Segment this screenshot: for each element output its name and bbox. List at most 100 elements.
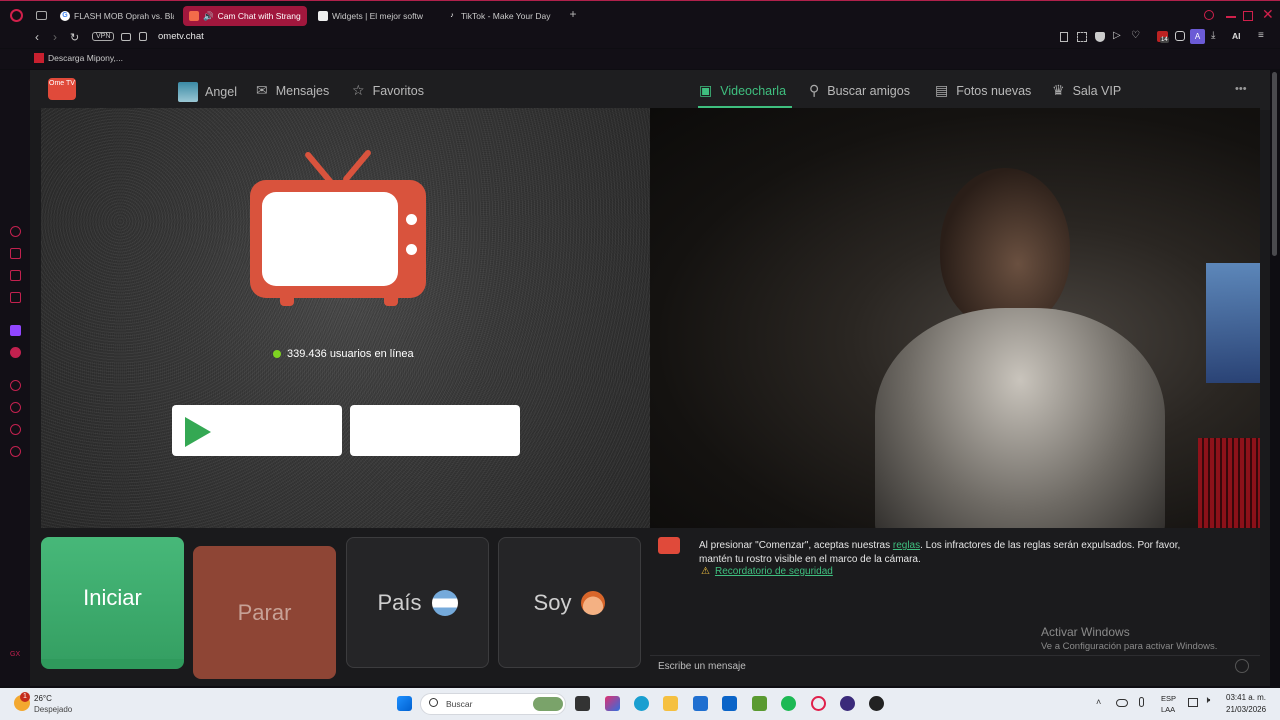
play-icon[interactable]: ▷ <box>1113 30 1121 41</box>
nav-find-friends[interactable]: ⚲ Buscar amigos <box>809 82 910 99</box>
tab-tiktok[interactable]: ♪ TikTok - Make Your Day <box>441 6 559 26</box>
close-window-icon[interactable]: ✕ <box>1262 7 1276 21</box>
ai-button[interactable]: AI <box>1232 31 1241 41</box>
twitch-icon[interactable] <box>10 325 21 336</box>
task-view-icon[interactable] <box>575 696 590 711</box>
news-icon[interactable] <box>10 270 21 281</box>
safety-reminder[interactable]: ⚠ Recordatorio de seguridad <box>701 566 833 577</box>
tab-workspace-icon[interactable] <box>36 11 47 20</box>
puzzle-icon[interactable] <box>1175 31 1185 41</box>
gender-button[interactable]: Soy <box>498 537 641 668</box>
tray-overflow-icon[interactable]: ˄ <box>1096 697 1101 707</box>
ometv-logo[interactable]: Ome TV <box>48 78 76 100</box>
more-options-icon[interactable]: ••• <box>1235 83 1247 95</box>
app-store-badge[interactable] <box>350 405 520 456</box>
download-icon[interactable]: ⤓ <box>1211 30 1215 41</box>
vpn-badge[interactable]: VPN <box>92 32 115 41</box>
microsoft-store-icon[interactable] <box>693 696 708 711</box>
onedrive-icon[interactable] <box>1116 699 1128 707</box>
language-top[interactable]: ESP <box>1161 694 1176 703</box>
search-placeholder: Buscar <box>446 699 473 709</box>
tv-logo-icon <box>246 144 426 309</box>
bookmark-label: Descarga Mipony,... <box>48 53 123 63</box>
music-icon[interactable] <box>10 292 21 303</box>
opera-gx-icon[interactable] <box>811 696 826 711</box>
profile-avatar[interactable]: A <box>1190 29 1205 44</box>
edge-icon[interactable] <box>634 696 649 711</box>
emoji-icon[interactable] <box>1235 659 1249 673</box>
search-tabs-icon[interactable] <box>1204 10 1214 20</box>
tab-widgets[interactable]: Widgets | El mejor softw <box>312 6 434 26</box>
monitor-glow <box>1206 263 1260 383</box>
nav-videochat[interactable]: ▣ Videocharla <box>699 82 786 99</box>
player-icon[interactable] <box>10 380 21 391</box>
country-button[interactable]: País <box>346 537 489 668</box>
url-field[interactable]: ometv.chat <box>158 31 204 42</box>
messenger-icon[interactable] <box>10 347 21 358</box>
new-tab-button[interactable]: + <box>567 8 579 21</box>
minimize-icon[interactable] <box>1226 16 1236 18</box>
pin-icon[interactable] <box>1060 32 1068 42</box>
back-icon[interactable]: ‹ <box>35 30 39 44</box>
tab-cam-chat[interactable]: 🔊 Cam Chat with Strang <box>183 6 307 26</box>
obs-icon[interactable] <box>869 696 884 711</box>
file-explorer-icon[interactable] <box>663 696 678 711</box>
safety-link: Recordatorio de seguridad <box>714 566 833 577</box>
nav-label: Favoritos <box>372 83 424 98</box>
rules-link[interactable]: reglas <box>893 540 920 551</box>
nav-profile[interactable]: Angel <box>178 82 237 102</box>
start-button[interactable]: Iniciar <box>41 537 184 669</box>
history-icon[interactable] <box>10 402 21 413</box>
opera-logo-icon[interactable] <box>10 9 23 22</box>
clock-time[interactable]: 03:41 a. m. <box>1226 693 1266 702</box>
stop-button[interactable]: Parar <box>193 546 336 679</box>
reload-icon[interactable]: ↻ <box>70 31 79 44</box>
camera-icon[interactable] <box>121 33 131 41</box>
settings-icon[interactable] <box>10 446 21 457</box>
extensions-icon[interactable] <box>10 424 21 435</box>
photos-icon: ▤ <box>935 82 949 98</box>
lock-icon <box>139 32 147 41</box>
argentina-flag-icon <box>431 589 458 616</box>
network-icon[interactable] <box>1188 698 1198 707</box>
bookmark-item[interactable]: Descarga Mipony,... <box>34 53 123 63</box>
menu-icon[interactable]: ≡ <box>1258 30 1264 41</box>
speed-dial-icon[interactable] <box>10 226 21 237</box>
snapshot-icon[interactable] <box>1077 32 1087 42</box>
forward-icon[interactable]: › <box>53 30 57 44</box>
store-apps-icon[interactable] <box>605 696 620 711</box>
self-camera-video <box>650 108 1260 528</box>
taskbar-search[interactable]: Buscar <box>420 693 566 715</box>
minecraft-icon[interactable] <box>752 696 767 711</box>
weather-widget[interactable]: 1 26°C Despejado <box>12 692 92 716</box>
message-input[interactable]: Escribe un mensaje <box>658 661 1218 672</box>
message-input-divider <box>650 655 1260 656</box>
gx-corner-icon[interactable] <box>10 248 21 259</box>
partner-video: 339.436 usuarios en línea <box>41 108 651 528</box>
google-play-badge[interactable] <box>172 405 342 456</box>
spotify-icon[interactable] <box>781 696 796 711</box>
heart-icon[interactable]: ♡ <box>1131 30 1140 41</box>
nav-favorites[interactable]: ☆ Favoritos <box>352 82 424 99</box>
windows-start-icon[interactable] <box>397 696 412 711</box>
browser-sidebar: GX <box>0 70 30 686</box>
volume-icon[interactable]: 🕨 <box>1204 695 1210 706</box>
tiktok-icon: ♪ <box>450 12 454 19</box>
nav-label: Angel <box>205 85 237 99</box>
language-bottom: LAA <box>1161 705 1176 714</box>
online-dot-icon <box>273 350 281 358</box>
maximize-icon[interactable] <box>1243 11 1253 21</box>
outlook-icon[interactable] <box>722 696 737 711</box>
nav-messages[interactable]: ✉ Mensajes <box>256 82 329 99</box>
logo-text: Ome TV <box>49 80 75 87</box>
play-store-icon <box>185 417 211 447</box>
nav-label: Fotos nuevas <box>956 83 1032 98</box>
nav-new-photos[interactable]: ▤ Fotos nuevas <box>935 82 1031 99</box>
scrollbar-thumb[interactable] <box>1272 72 1277 256</box>
shield-icon[interactable] <box>1095 32 1105 42</box>
microphone-icon[interactable] <box>1139 697 1144 707</box>
search-highlight-icon <box>533 697 563 711</box>
app-circle-icon[interactable] <box>840 696 855 711</box>
tab-flash-mob[interactable]: G FLASH MOB Oprah vs. Bla <box>54 6 174 26</box>
nav-vip[interactable]: ♛ Sala VIP <box>1052 82 1121 99</box>
